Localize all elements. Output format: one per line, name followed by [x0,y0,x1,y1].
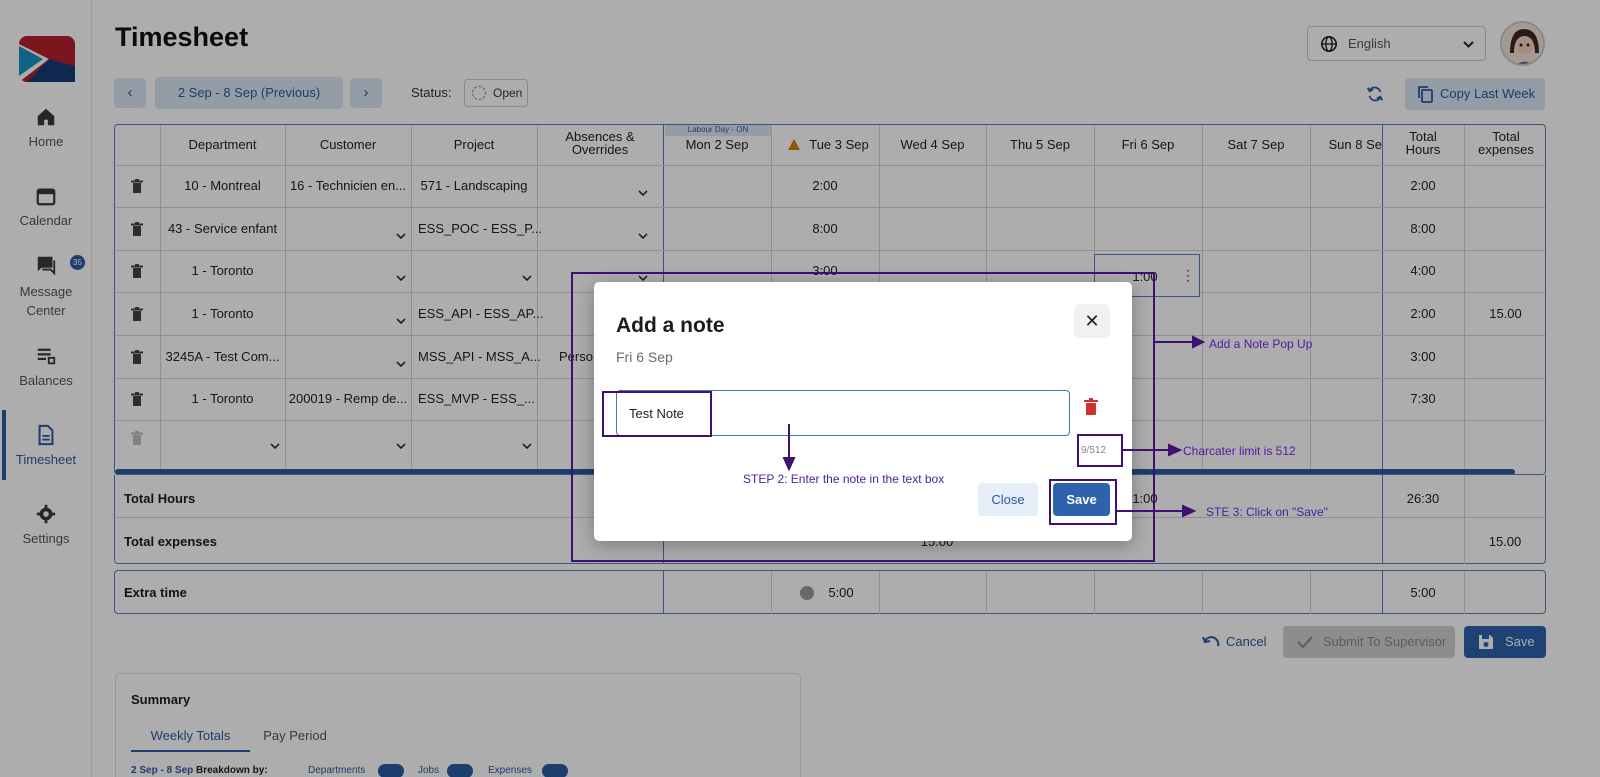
annotation-step2-label: STEP 2: Enter the note in the text box [743,472,945,486]
annotation-limit-label: Charcater limit is 512 [1183,444,1296,458]
close-icon: ✕ [1084,311,1100,331]
annotation-counter-highlight [1077,434,1123,467]
close-dialog-button[interactable]: ✕ [1074,304,1110,338]
dialog-title: Add a note [616,314,725,337]
annotation-popup-label: Add a Note Pop Up [1209,337,1313,351]
annotation-input-highlight [602,391,712,437]
delete-note-icon[interactable] [1083,398,1099,416]
close-button[interactable]: Close [978,483,1038,516]
annotation-save-highlight [1049,479,1117,525]
dialog-subtitle: Fri 6 Sep [616,349,673,365]
annotation-step3-label: STE 3: Click on "Save" [1206,505,1328,519]
